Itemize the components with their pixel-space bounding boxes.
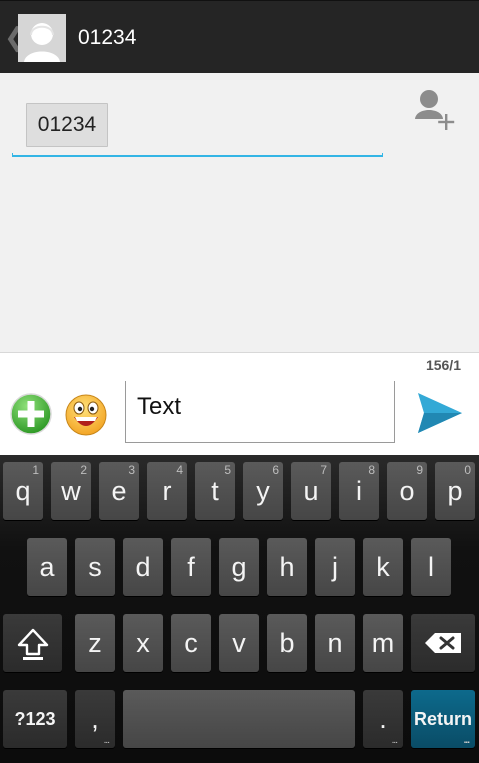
character-counter: 156/1 — [425, 357, 461, 373]
key-b[interactable]: b — [267, 614, 307, 672]
backspace-icon — [425, 633, 461, 653]
add-person-icon[interactable] — [412, 87, 458, 131]
key-a[interactable]: a — [27, 538, 67, 596]
key-hint: 5 — [224, 463, 231, 477]
key-j[interactable]: j — [315, 538, 355, 596]
key-q[interactable]: q1 — [3, 462, 43, 520]
key-hint: 3 — [128, 463, 135, 477]
key-hint: 0 — [464, 463, 471, 477]
more-dots: ... — [391, 735, 398, 746]
key-v[interactable]: v — [219, 614, 259, 672]
shift-key[interactable] — [3, 614, 62, 672]
symbols-key[interactable]: ?123 — [3, 690, 67, 748]
key-hint: 4 — [176, 463, 183, 477]
key-w[interactable]: w2 — [51, 462, 91, 520]
recipient-chip[interactable]: 01234 — [26, 103, 108, 147]
key-u[interactable]: u7 — [291, 462, 331, 520]
key-f[interactable]: f — [171, 538, 211, 596]
key-hint: 1 — [32, 463, 39, 477]
more-dots: ... — [463, 735, 470, 746]
message-input-frame — [126, 436, 394, 442]
key-hint: 7 — [320, 463, 327, 477]
conversation-title: 01234 — [78, 26, 137, 49]
return-key[interactable]: Return... — [411, 690, 475, 748]
key-l[interactable]: l — [411, 538, 451, 596]
send-arrow-icon[interactable] — [414, 389, 466, 437]
period-key[interactable]: .... — [363, 690, 403, 748]
key-hint: 6 — [272, 463, 279, 477]
contact-avatar-icon[interactable] — [18, 14, 66, 62]
key-x[interactable]: x — [123, 614, 163, 672]
key-o[interactable]: o9 — [387, 462, 427, 520]
backspace-key[interactable] — [411, 614, 475, 672]
smiley-icon[interactable] — [64, 393, 108, 437]
key-s[interactable]: s — [75, 538, 115, 596]
action-bar: ❮ 01234 — [0, 0, 479, 73]
space-key[interactable] — [123, 690, 355, 748]
key-h[interactable]: h — [267, 538, 307, 596]
key-m[interactable]: m — [363, 614, 403, 672]
key-n[interactable]: n — [315, 614, 355, 672]
key-z[interactable]: z — [75, 614, 115, 672]
key-p[interactable]: p0 — [435, 462, 475, 520]
key-hint: 9 — [416, 463, 423, 477]
key-hint: 8 — [368, 463, 375, 477]
key-c[interactable]: c — [171, 614, 211, 672]
more-dots: ... — [103, 735, 110, 746]
soft-keyboard: q1 w2 e3 r4 t5 y6 u7 i8 o9 p0 a s d f g … — [0, 455, 479, 763]
key-y[interactable]: y6 — [243, 462, 283, 520]
key-hint: 2 — [80, 463, 87, 477]
recipient-field-underline[interactable] — [12, 153, 383, 157]
key-k[interactable]: k — [363, 538, 403, 596]
shift-arrow-icon — [17, 628, 48, 660]
green-plus-icon[interactable] — [10, 393, 52, 435]
key-e[interactable]: e3 — [99, 462, 139, 520]
key-r[interactable]: r4 — [147, 462, 187, 520]
key-d[interactable]: d — [123, 538, 163, 596]
key-t[interactable]: t5 — [195, 462, 235, 520]
key-g[interactable]: g — [219, 538, 259, 596]
comma-key[interactable]: ,... — [75, 690, 115, 748]
message-input-text[interactable]: Text — [137, 393, 181, 421]
key-i[interactable]: i8 — [339, 462, 379, 520]
recipient-area: 01234 — [0, 73, 479, 352]
compose-bar: 156/1 Text — [0, 352, 479, 455]
